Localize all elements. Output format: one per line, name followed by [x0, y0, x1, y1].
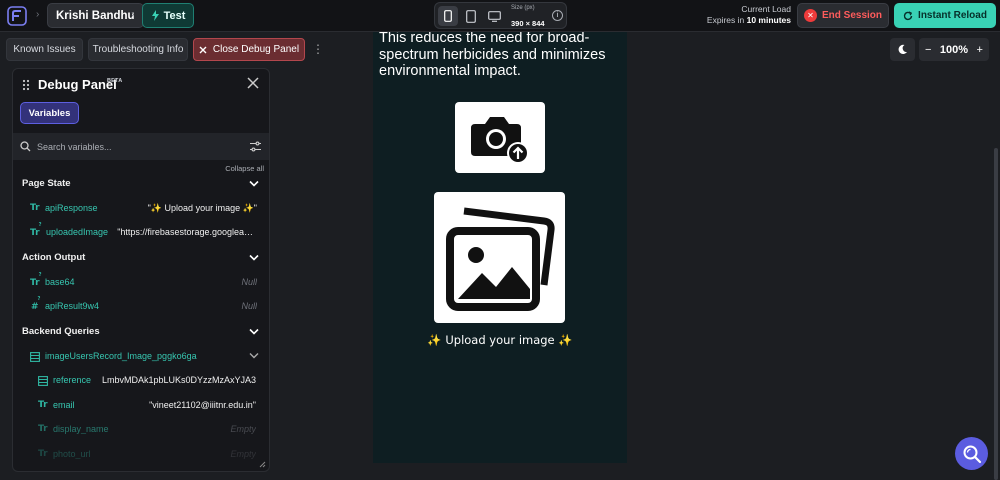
- beta-badge: BETA: [107, 78, 123, 84]
- query-row[interactable]: imageUsersRecord_Image_pggko6ga: [13, 345, 269, 369]
- chevron-right-icon: ›: [36, 9, 40, 20]
- close-debug-panel-button[interactable]: Close Debug Panel: [193, 38, 305, 61]
- project-name-label: Krishi Bandhu: [56, 9, 135, 22]
- collapse-all-link[interactable]: Collapse all: [225, 164, 264, 173]
- search-fab-button[interactable]: [955, 437, 988, 470]
- end-session-button[interactable]: ✕ End Session: [797, 3, 889, 28]
- instant-reload-label: Instant Reload: [918, 10, 987, 21]
- zoom-in-button[interactable]: +: [977, 44, 983, 56]
- chevron-down-icon: [249, 328, 259, 335]
- filter-icon[interactable]: [250, 141, 261, 152]
- number-type-icon: #?: [31, 296, 41, 312]
- theme-toggle-button[interactable]: [890, 38, 915, 61]
- variable-row[interactable]: Tr? base64 Null: [13, 271, 269, 295]
- magnifier-icon: [963, 445, 981, 463]
- tablet-icon: [466, 9, 476, 23]
- more-options-icon[interactable]: ⋮: [312, 42, 324, 56]
- refresh-icon: [903, 10, 913, 20]
- variable-row[interactable]: #? apiResult9w4 Null: [13, 295, 269, 319]
- device-desktop-button[interactable]: [484, 6, 504, 26]
- gallery-icon: [446, 207, 555, 311]
- close-icon[interactable]: [247, 77, 259, 89]
- test-mode-label: Test: [163, 9, 186, 22]
- test-mode-button[interactable]: Test: [142, 3, 194, 28]
- text-type-icon: Tr?: [30, 272, 42, 288]
- debug-panel-title: Debug Panel: [38, 77, 117, 92]
- current-load-info: Current Load Expires in 10 minutes: [707, 4, 791, 26]
- size-readout: Size (px) 390 × 844: [511, 5, 545, 30]
- search-input[interactable]: [37, 138, 237, 155]
- device-preview[interactable]: This reduces the need for broad-spectrum…: [373, 32, 627, 463]
- section-action-output[interactable]: Action Output: [13, 247, 269, 271]
- variable-row[interactable]: reference LmbvMDAk1pbLUKs0DYzzMzAxYJA3: [13, 369, 269, 393]
- top-bar: › Krishi Bandhu › Test Size (px) 390 × 8…: [0, 0, 1000, 32]
- text-type-icon: Tr: [38, 449, 48, 459]
- close-icon: [199, 46, 207, 53]
- lightning-icon: [151, 10, 159, 21]
- chevron-down-icon: [249, 254, 259, 261]
- chevron-down-icon: [249, 353, 259, 359]
- device-selector: Size (px) 390 × 844 i: [434, 2, 567, 29]
- zoom-control: − 100% +: [919, 38, 989, 61]
- camera-upload-icon: [471, 116, 529, 164]
- canvas-scrollbar-thumb[interactable]: [994, 148, 998, 480]
- desktop-icon: [487, 10, 501, 22]
- chevron-right-icon: ›: [131, 9, 135, 20]
- image-gallery-placeholder[interactable]: [434, 192, 565, 323]
- close-circle-icon: ✕: [803, 9, 817, 22]
- variable-row[interactable]: Tr display_name Empty: [13, 418, 269, 442]
- variable-row[interactable]: Tr photo_url Empty: [13, 443, 269, 467]
- end-session-label: End Session: [821, 10, 882, 21]
- variable-search-bar: [13, 133, 269, 160]
- description-text: This reduces the need for broad-spectrum…: [379, 32, 606, 79]
- current-load-label: Current Load: [741, 4, 791, 14]
- document-icon: [38, 376, 48, 386]
- section-backend-queries[interactable]: Backend Queries: [13, 321, 269, 345]
- resize-handle-icon[interactable]: [259, 461, 266, 468]
- troubleshooting-info-button[interactable]: Troubleshooting Info: [88, 38, 188, 61]
- debug-panel-header: Debug Panel BETA: [13, 69, 269, 101]
- size-label: Size (px): [511, 5, 535, 11]
- debug-panel: Debug Panel BETA Variables Collapse all …: [12, 68, 270, 472]
- chevron-down-icon: [249, 180, 259, 187]
- phone-icon: [444, 10, 452, 22]
- upload-photo-button[interactable]: [455, 102, 545, 173]
- document-icon: [30, 352, 40, 362]
- text-type-icon: Tr?: [30, 222, 42, 238]
- expires-value: 10 minutes: [746, 15, 791, 25]
- drag-handle-icon[interactable]: [22, 79, 30, 91]
- zoom-out-button[interactable]: −: [925, 44, 931, 56]
- known-issues-button[interactable]: Known Issues: [6, 38, 83, 61]
- variable-row[interactable]: Tr apiResponse "✨ Upload your image ✨": [13, 197, 269, 221]
- search-icon: [20, 141, 31, 152]
- text-type-icon: Tr: [38, 424, 48, 434]
- project-name-button[interactable]: Krishi Bandhu: [47, 3, 144, 28]
- zoom-level: 100%: [939, 43, 969, 56]
- device-tablet-button[interactable]: [461, 6, 481, 26]
- variable-row[interactable]: Tr? uploadedImage "https://firebasestora…: [13, 221, 269, 245]
- expires-text: Expires in 10 minutes: [706, 15, 791, 25]
- section-page-state[interactable]: Page State: [13, 173, 269, 197]
- info-icon[interactable]: i: [552, 10, 563, 21]
- instant-reload-button[interactable]: Instant Reload: [894, 3, 996, 28]
- text-type-icon: Tr: [30, 203, 40, 213]
- device-phone-button[interactable]: [438, 6, 458, 26]
- moon-icon: [898, 44, 907, 55]
- variable-row[interactable]: Tr email "vineet21102@iiitnr.edu.in": [13, 394, 269, 418]
- flutterflow-logo-icon[interactable]: [6, 5, 28, 27]
- text-type-icon: Tr: [38, 400, 48, 410]
- tab-variables[interactable]: Variables: [20, 102, 79, 124]
- upload-caption: ✨ Upload your image ✨: [427, 333, 573, 347]
- size-value: 390 × 844: [511, 19, 545, 28]
